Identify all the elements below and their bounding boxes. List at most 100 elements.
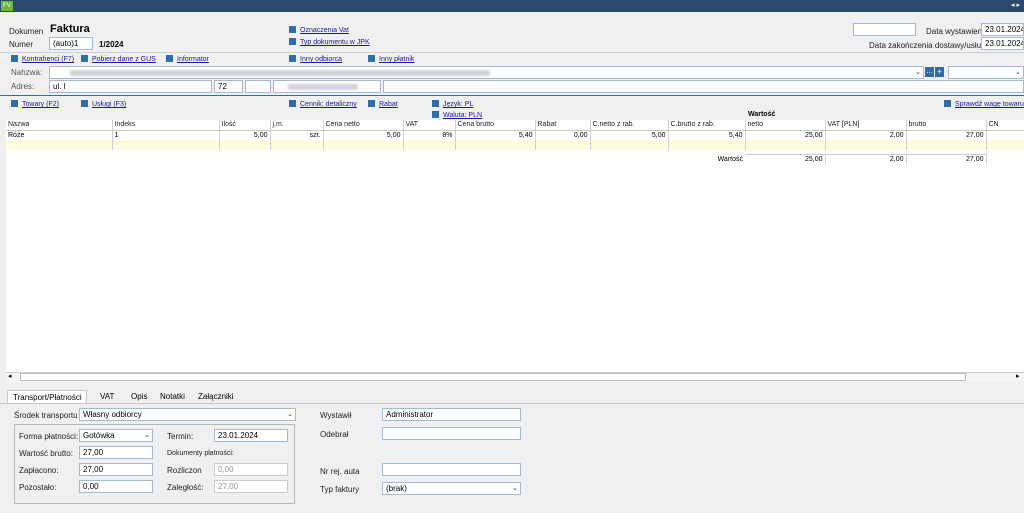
col-header[interactable]: brutto <box>906 120 987 131</box>
delivery-date-label: Data zakończenia dostawy/usług <box>869 41 986 50</box>
scroll-left-icon[interactable]: ◂ <box>8 372 12 380</box>
items-grid[interactable]: Nazwa Indeks Ilość j.m. Cena netto VAT C… <box>6 120 1024 372</box>
tab-transport[interactable]: Transport/Płatności <box>7 390 87 403</box>
discount-link[interactable]: Rabat <box>368 100 398 108</box>
delivery-date-input[interactable]: 23.01.2024 <box>981 37 1024 50</box>
informator-link[interactable]: Informator <box>166 55 209 63</box>
cell[interactable]: 8% <box>403 130 456 140</box>
col-header[interactable]: Nazwa <box>6 120 113 131</box>
number-label: Numer <box>9 40 34 49</box>
gross-input[interactable]: 27,00 <box>79 446 153 459</box>
doc-label: Dokumen <box>9 27 44 36</box>
transport-label: Środek transportu <box>14 411 78 420</box>
cell[interactable]: 0,00 <box>535 130 591 140</box>
col-header[interactable]: VAT [PLN] <box>825 120 907 131</box>
flat-number-input[interactable] <box>245 80 271 93</box>
col-header[interactable]: Cena netto <box>323 120 404 131</box>
name-input[interactable]: ⌄ <box>49 66 924 79</box>
tab-opis[interactable]: Opis <box>126 390 152 403</box>
tab-vat[interactable]: VAT <box>95 390 119 403</box>
contractors-link[interactable]: Kontrahenci (F7) <box>11 55 74 63</box>
issue-date-input[interactable]: 23.01.2024 <box>981 23 1024 36</box>
issued-input[interactable]: Administrator <box>382 408 521 421</box>
cell[interactable]: 27,00 <box>906 130 987 140</box>
received-label: Odebrał <box>320 430 349 439</box>
new-row[interactable] <box>6 140 1024 150</box>
name-extra-select[interactable]: ⌄ <box>948 66 1024 79</box>
arrears-label: Zaległość: <box>167 483 204 492</box>
other-payer-link[interactable]: Inny płatnik <box>368 55 414 63</box>
term-label: Termin: <box>167 432 194 441</box>
street-input[interactable]: ul. l <box>49 80 212 93</box>
vat-marks-link[interactable]: Oznaczenia Vat <box>289 26 349 34</box>
paid-label: Zapłacono: <box>19 466 59 475</box>
price-list-link[interactable]: Cennik: detaliczny <box>289 100 357 108</box>
issue-date-label: Data wystawieni <box>926 27 984 36</box>
cell[interactable]: Róże <box>6 130 113 140</box>
more-button[interactable]: … <box>925 67 934 77</box>
extra-field[interactable] <box>853 23 916 36</box>
scrollbar-thumb[interactable] <box>20 373 966 381</box>
gus-link[interactable]: Pobierz dane z GUS <box>81 55 156 63</box>
number-suffix: 1/2024 <box>99 40 124 49</box>
term-input[interactable]: 23.01.2024 <box>214 429 288 442</box>
plate-input[interactable] <box>382 463 521 476</box>
jpk-type-link[interactable]: Typ dokumentu w JPK <box>289 38 370 46</box>
cell[interactable]: 1 <box>112 130 220 140</box>
received-input[interactable] <box>382 427 521 440</box>
currency-link[interactable]: Waluta: PLN <box>432 111 482 119</box>
name-label: Nahzwa: <box>11 68 43 77</box>
col-header[interactable]: C.brutto z rab. <box>668 120 746 131</box>
pay-form-select[interactable]: Gotówka ⌄ <box>79 429 153 442</box>
cell[interactable]: 5,40 <box>668 130 746 140</box>
country-input[interactable] <box>383 80 1024 93</box>
table-row[interactable]: Róże 1 5,00 szt. 5,00 8% 5,40 0,00 5,00 … <box>6 130 1024 140</box>
cell[interactable]: 2,00 <box>825 130 907 140</box>
summary-label: Wartość <box>717 155 743 163</box>
col-header[interactable]: C.netto z rab. <box>590 120 669 131</box>
col-header[interactable]: Indeks <box>112 120 220 131</box>
rest-input[interactable]: 0,00 <box>79 480 153 493</box>
add-button[interactable]: + <box>935 67 944 77</box>
house-number-input[interactable]: 72 <box>214 80 243 93</box>
address-label: Adres: <box>11 82 35 91</box>
rest-label: Pozostało: <box>19 483 57 492</box>
tab-notatki[interactable]: Notatki <box>155 390 190 403</box>
divider <box>0 95 1024 96</box>
scroll-right-icon[interactable]: ▸ <box>1016 372 1020 380</box>
settled-label: Rozliczon <box>167 466 202 475</box>
col-header[interactable]: Rabat <box>535 120 591 131</box>
invoice-type-label: Typ faktury <box>320 485 360 494</box>
col-header[interactable]: Cena brutto <box>455 120 536 131</box>
pay-form-label: Forma płatności: <box>19 432 79 441</box>
services-link[interactable]: Usługi (F3) <box>81 100 126 108</box>
summary-gross: 27,00 <box>906 153 987 164</box>
number-input[interactable]: (auto)1 <box>49 37 93 50</box>
cell[interactable]: szt. <box>270 130 324 140</box>
window-controls[interactable]: ◂ ▸ <box>1011 1 1020 11</box>
col-header[interactable]: Ilość <box>219 120 271 131</box>
other-recipient-link[interactable]: Inny odbiorca <box>289 55 342 63</box>
divider <box>0 52 1024 53</box>
goods-link[interactable]: Towary (F2) <box>11 100 59 108</box>
tab-zalaczniki[interactable]: Załączniki <box>193 390 239 403</box>
col-header[interactable]: VAT <box>403 120 456 131</box>
language-link[interactable]: Język: PL <box>432 100 473 108</box>
paid-input[interactable]: 27,00 <box>79 463 153 476</box>
city-input[interactable] <box>273 80 381 93</box>
cell[interactable]: 5,40 <box>455 130 536 140</box>
transport-select[interactable]: Własny odbiorcy ⌄ <box>79 408 296 421</box>
issued-label: Wystawił <box>320 411 352 420</box>
invoice-type-select[interactable]: (brak) ⌄ <box>382 482 521 495</box>
cell[interactable]: 25,00 <box>745 130 826 140</box>
cell[interactable]: 5,00 <box>590 130 669 140</box>
arrears-input: 27,00 <box>214 480 288 493</box>
cell[interactable]: 5,00 <box>323 130 404 140</box>
col-header[interactable]: CN <box>986 120 1024 131</box>
col-header[interactable]: j.m. <box>270 120 324 131</box>
check-weight-link[interactable]: Sprawdź wagę towaru <box>944 100 1024 108</box>
cell[interactable]: 5,00 <box>219 130 271 140</box>
col-header[interactable]: netto <box>745 120 826 131</box>
grid-header: Nazwa Indeks Ilość j.m. Cena netto VAT C… <box>6 120 1024 131</box>
cell[interactable] <box>986 130 1024 140</box>
